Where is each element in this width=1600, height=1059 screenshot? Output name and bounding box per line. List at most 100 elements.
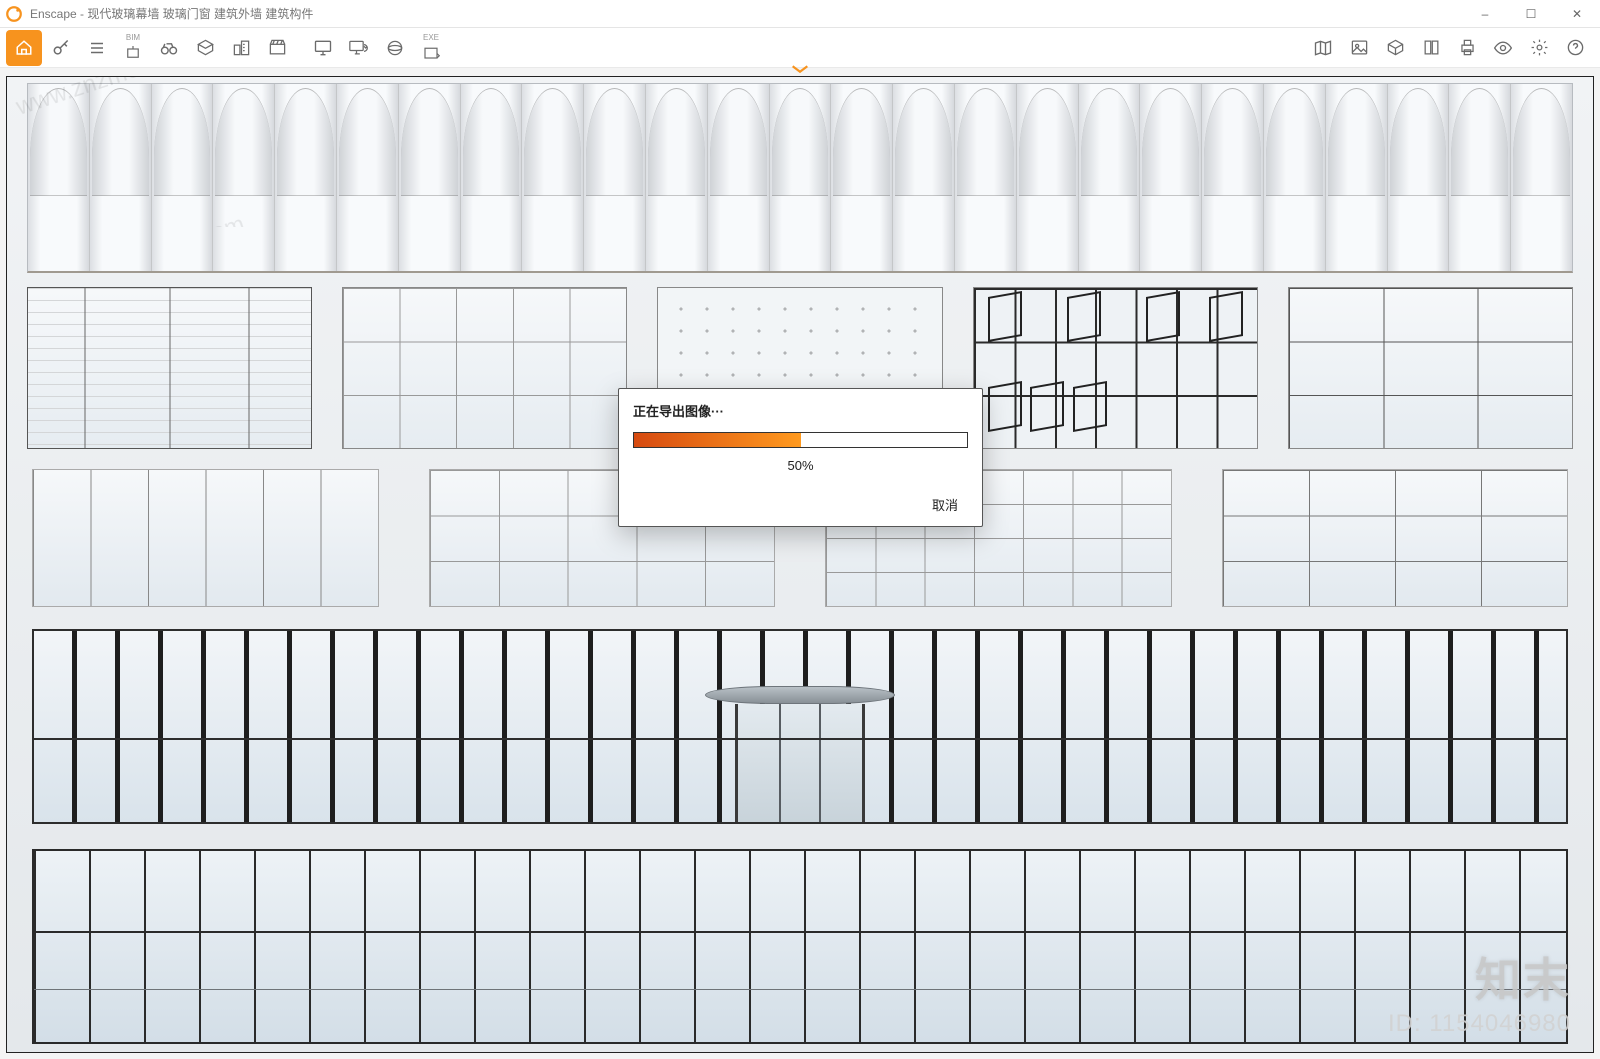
printer-icon — [1458, 38, 1477, 57]
minimize-icon: – — [1482, 7, 1489, 21]
settings-button[interactable] — [1522, 31, 1556, 65]
arch-module — [1449, 84, 1511, 271]
monitor-icon — [313, 38, 333, 58]
arch-module — [708, 84, 770, 271]
binoculars-icon — [159, 38, 179, 58]
bim-label: BIM — [126, 33, 140, 42]
license-button[interactable] — [44, 31, 78, 65]
arch-module — [1017, 84, 1079, 271]
library-button[interactable] — [1414, 31, 1448, 65]
arch-module — [955, 84, 1017, 271]
assets-button[interactable] — [1378, 31, 1412, 65]
minimize-button[interactable]: – — [1462, 0, 1508, 28]
progress-bar-fill — [634, 433, 801, 447]
exe-label: EXE — [423, 33, 439, 42]
arch-module — [213, 84, 275, 271]
panel-grid-4x3 — [1222, 469, 1569, 607]
arch-module — [522, 84, 584, 271]
help-button[interactable] — [1558, 31, 1592, 65]
close-icon: ✕ — [1572, 7, 1582, 21]
arch-module — [1388, 84, 1450, 271]
print-button[interactable] — [1450, 31, 1484, 65]
close-button[interactable]: ✕ — [1554, 0, 1600, 28]
window-title: Enscape - 现代玻璃幕墙 玻璃门窗 建筑外墙 建筑构件 — [28, 5, 1462, 22]
image-icon — [1350, 38, 1369, 57]
arch-module — [1140, 84, 1202, 271]
map-button[interactable] — [1306, 31, 1340, 65]
arch-module — [1511, 84, 1572, 271]
arch-module — [275, 84, 337, 271]
arch-module — [893, 84, 955, 271]
arch-module — [337, 84, 399, 271]
monitor-sync-icon — [348, 38, 370, 58]
sphere-360-icon — [385, 38, 405, 58]
buildings-icon — [232, 38, 251, 57]
view-button[interactable] — [1486, 31, 1520, 65]
arch-module — [1202, 84, 1264, 271]
exe-export-icon — [422, 43, 440, 61]
maximize-button[interactable]: ☐ — [1508, 0, 1554, 28]
arch-module — [1264, 84, 1326, 271]
gear-icon — [1530, 38, 1549, 57]
search-view-button[interactable] — [152, 31, 186, 65]
export-progress-dialog: 正在导出图像··· 50% 取消 — [618, 388, 983, 527]
arch-module — [90, 84, 152, 271]
panel-louvers — [27, 287, 312, 449]
exe-export-button[interactable]: EXE — [414, 31, 448, 65]
bim-icon — [124, 43, 142, 61]
buildings-button[interactable] — [224, 31, 258, 65]
app-name: Enscape — [30, 7, 77, 21]
menu-icon — [88, 39, 106, 57]
arch-module — [770, 84, 832, 271]
dialog-title: 正在导出图像··· — [633, 401, 968, 420]
map-icon — [1313, 38, 1333, 58]
key-icon — [51, 38, 71, 58]
arch-module — [1326, 84, 1388, 271]
arch-module — [584, 84, 646, 271]
progress-bar — [633, 432, 968, 448]
expand-toolbar-chevron[interactable] — [789, 62, 811, 76]
panel-window-frames — [973, 287, 1258, 449]
screenshot-button[interactable] — [306, 31, 340, 65]
panorama-button[interactable] — [378, 31, 412, 65]
bim-button[interactable]: BIM — [116, 31, 150, 65]
arch-module — [399, 84, 461, 271]
revolving-door-canopy — [705, 686, 895, 704]
title-bar: Enscape - 现代玻璃幕墙 玻璃门窗 建筑外墙 建筑构件 – ☐ ✕ — [0, 0, 1600, 28]
title-separator: - — [77, 7, 88, 21]
revolving-door — [735, 704, 865, 822]
arch-module — [28, 84, 90, 271]
arch-module — [461, 84, 523, 271]
chevron-down-icon — [789, 62, 811, 76]
help-icon — [1566, 38, 1585, 57]
document-title: 现代玻璃幕墙 玻璃门窗 建筑外墙 建筑构件 — [87, 7, 313, 21]
menu-button[interactable] — [80, 31, 114, 65]
maximize-icon: ☐ — [1526, 7, 1537, 21]
plan-button[interactable] — [188, 31, 222, 65]
window-controls: – ☐ ✕ — [1462, 0, 1600, 28]
clapperboard-icon — [268, 38, 287, 57]
app-logo — [0, 0, 28, 28]
progress-percent-label: 50% — [633, 458, 968, 473]
arch-module — [152, 84, 214, 271]
home-icon — [15, 39, 33, 57]
facade-storefront — [32, 629, 1568, 824]
book-icon — [1422, 38, 1441, 57]
facade-row-arches — [27, 83, 1573, 273]
arch-module — [646, 84, 708, 271]
cube-icon — [1386, 38, 1405, 57]
render-viewport[interactable]: www.znzmo.com 知末 ID: 1154046980 — [6, 76, 1594, 1053]
panel-vertical-fins — [32, 469, 379, 607]
image-button[interactable] — [1342, 31, 1376, 65]
panel-grid-5x3 — [342, 287, 627, 449]
plan-icon — [196, 38, 215, 57]
home-button[interactable] — [6, 30, 42, 66]
screenshot-sync-button[interactable] — [342, 31, 376, 65]
arch-module — [1079, 84, 1141, 271]
eye-icon — [1493, 38, 1513, 58]
cancel-button[interactable]: 取消 — [922, 491, 968, 518]
facade-curtainwall — [32, 849, 1568, 1044]
panel-grid-3x3 — [1288, 287, 1573, 449]
video-button[interactable] — [260, 31, 294, 65]
arch-module — [831, 84, 893, 271]
